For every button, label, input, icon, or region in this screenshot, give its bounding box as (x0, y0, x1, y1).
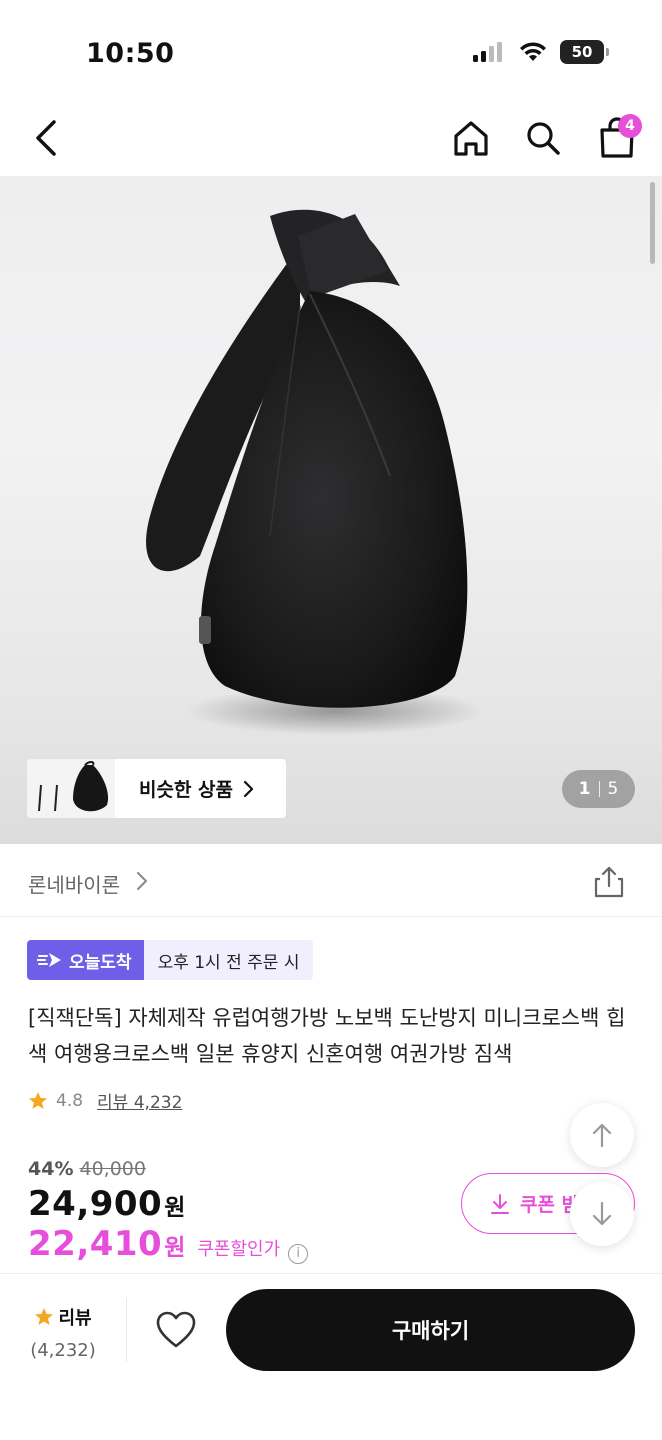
info-icon[interactable]: i (288, 1243, 309, 1264)
bottom-review-label: 리뷰 (58, 1308, 92, 1329)
status-icons: 50 (472, 40, 609, 64)
similar-products-button[interactable]: 비슷한 상품 (27, 759, 286, 818)
wifi-icon (520, 42, 546, 61)
home-icon[interactable] (450, 116, 492, 160)
divider (126, 1298, 127, 1362)
coupon-price-unit: 원 (164, 1235, 186, 1261)
page-separator (598, 781, 600, 797)
product-title: [직잭단독] 자체제작 유럽여행가방 노보백 도난방지 미니크로스백 힙색 여행… (28, 1006, 626, 1066)
coupon-price-label: 쿠폰할인가 (197, 1239, 281, 1260)
price-row: 24,900 원 (28, 1184, 185, 1224)
image-scrollbar (650, 182, 655, 264)
chevron-right-icon (243, 780, 254, 797)
review-count-link[interactable]: 리뷰 4,232 (97, 1088, 182, 1113)
sale-price: 24,900 (28, 1184, 163, 1224)
status-time: 10:50 (86, 38, 175, 69)
brand-row: 론네바이론 (0, 845, 662, 917)
delivery-cutoff: 오후 1시 전 주문 시 (143, 940, 314, 980)
download-icon (491, 1193, 509, 1214)
bottom-review-button[interactable]: 리뷰 (4,232) (28, 1304, 98, 1361)
coupon-price-row: 22,410 원 쿠폰할인가 i (28, 1224, 309, 1264)
signal-icon (473, 42, 502, 62)
buy-now-button[interactable]: 구매하기 (226, 1289, 635, 1371)
star-icon (35, 1308, 54, 1325)
bottom-action-bar: 리뷰 (4,232) 구매하기 (0, 1273, 662, 1440)
search-icon[interactable] (522, 116, 564, 160)
heart-icon[interactable] (155, 1310, 197, 1350)
cart-count-badge: 4 (618, 114, 642, 138)
product-image-gallery[interactable] (0, 176, 662, 844)
original-price: 40,000 (79, 1158, 146, 1180)
scroll-down-button[interactable] (570, 1182, 634, 1246)
rating-row: 4.8 리뷰 4,232 (28, 1088, 182, 1113)
share-icon[interactable] (592, 865, 626, 899)
bottom-review-count: (4,232) (30, 1340, 96, 1361)
price-unit: 원 (164, 1195, 186, 1221)
arrow-up-icon (592, 1123, 612, 1148)
battery-icon: 50 (560, 40, 609, 64)
total-pages: 5 (607, 779, 619, 799)
discount-row: 44% 40,000 (28, 1158, 146, 1180)
fast-delivery-icon (37, 953, 61, 967)
chevron-right-icon (137, 872, 147, 890)
product-photo (146, 209, 485, 735)
brand-name-link[interactable]: 론네바이론 (28, 869, 120, 898)
image-page-indicator: 1 5 (562, 770, 635, 808)
today-delivery-badge: 오늘도착 (27, 940, 144, 980)
discount-percent: 44% (28, 1158, 74, 1180)
rating-score: 4.8 (56, 1090, 84, 1111)
back-arrow-icon[interactable] (28, 116, 68, 160)
coupon-price: 22,410 (28, 1224, 163, 1264)
nav-bar (0, 100, 662, 176)
scroll-up-button[interactable] (570, 1103, 634, 1167)
star-icon (29, 1091, 47, 1109)
delivery-tag: 오늘도착 오후 1시 전 주문 시 (27, 940, 314, 980)
arrow-down-icon (592, 1201, 612, 1226)
bottom-review-label-row: 리뷰 (28, 1304, 98, 1330)
status-bar: 10:50 50 (0, 0, 662, 100)
today-delivery-label: 오늘도착 (69, 952, 132, 973)
similar-products-label: 비슷한 상품 (139, 779, 234, 801)
similar-product-thumbnail (27, 759, 115, 818)
current-page: 1 (578, 779, 591, 799)
